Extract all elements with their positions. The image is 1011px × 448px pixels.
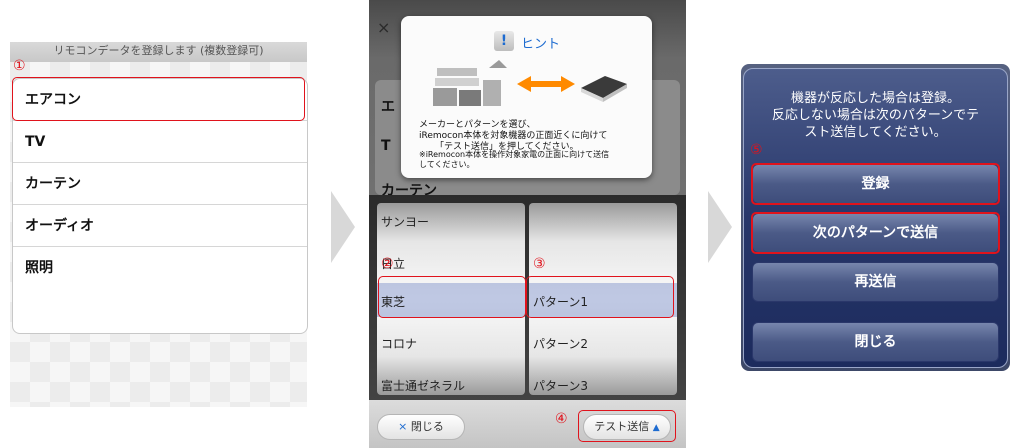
hint-popup: ! ヒント メーカーとパターンを選び、 iRemocon本体を対象機器の正面近く… [401,16,652,178]
list-item-label: オーディオ [25,218,95,234]
close-icon: × [377,18,391,37]
step-arrow-icon [331,191,355,263]
picker: サンヨー 日立 東芝 コロナ 富士通ゼネラル パターン1 パターン2 パターン3… [369,195,686,400]
confirm-panel: 機器が反応した場合は登録。 反応しない場合は次のパターンでテ スト送信してくださ… [741,64,1010,371]
list-item-tv[interactable]: TV [13,121,307,163]
list-item-label: 照明 [25,260,53,276]
hint-note-line: してください。 [419,160,475,169]
highlight-maker [378,276,526,318]
highlight-register [751,163,1000,205]
step-arrow-icon [708,191,732,263]
step-marker-1: ① [13,58,26,74]
pattern-select-panel: × エ T カーテン ! ヒント メーカーとパターンを選び、 iRemocon本… [369,0,686,448]
bottom-toolbar: × 閉じる ④ テスト送信 ▲ [369,400,686,448]
step-marker-5: ⑤ [750,142,763,158]
close-button-label: 閉じる [410,420,444,433]
list-item-light[interactable]: 照明 [13,247,307,289]
list-item-curtain[interactable]: カーテン [13,163,307,205]
hint-title: ヒント [521,37,561,52]
hint-info-icon: ! [494,31,514,51]
list-item-label: カーテン [25,176,81,192]
step-marker-2: ② [381,256,394,272]
confirm-dialog: 機器が反応した場合は登録。 反応しない場合は次のパターンでテ スト送信してくださ… [743,68,1008,368]
close-button[interactable]: × 閉じる [377,414,465,440]
dialog-close-button[interactable]: 閉じる [752,322,999,362]
bg-row-label: T [381,138,391,154]
list-item-label: TV [25,134,46,150]
dialog-message-line: スト送信してください。 [804,125,947,140]
step-marker-4: ④ [555,411,568,427]
panel-header: リモコンデータを登録します (複数登録可) [10,42,307,62]
step-marker-3: ③ [533,256,546,272]
highlight-send-next [751,212,1000,254]
maker-option[interactable]: コロナ [381,335,417,352]
register-panel: リモコンデータを登録します (複数登録可) ① エアコン TV カーテン オーデ… [10,42,308,407]
highlight-pattern [526,276,674,318]
highlight-aircon [12,77,305,121]
maker-option[interactable]: サンヨー [381,213,429,230]
bg-row-label: エ [381,99,395,115]
list-item-audio[interactable]: オーディオ [13,205,307,247]
aircon-device-illustration-icon [433,60,627,106]
highlight-test-send [578,410,676,442]
pattern-option[interactable]: パターン3 [533,377,588,394]
pattern-option[interactable]: パターン2 [533,335,588,352]
maker-option[interactable]: 富士通ゼネラル [381,377,465,394]
close-icon: × [398,420,408,433]
resend-button[interactable]: 再送信 [752,262,999,302]
